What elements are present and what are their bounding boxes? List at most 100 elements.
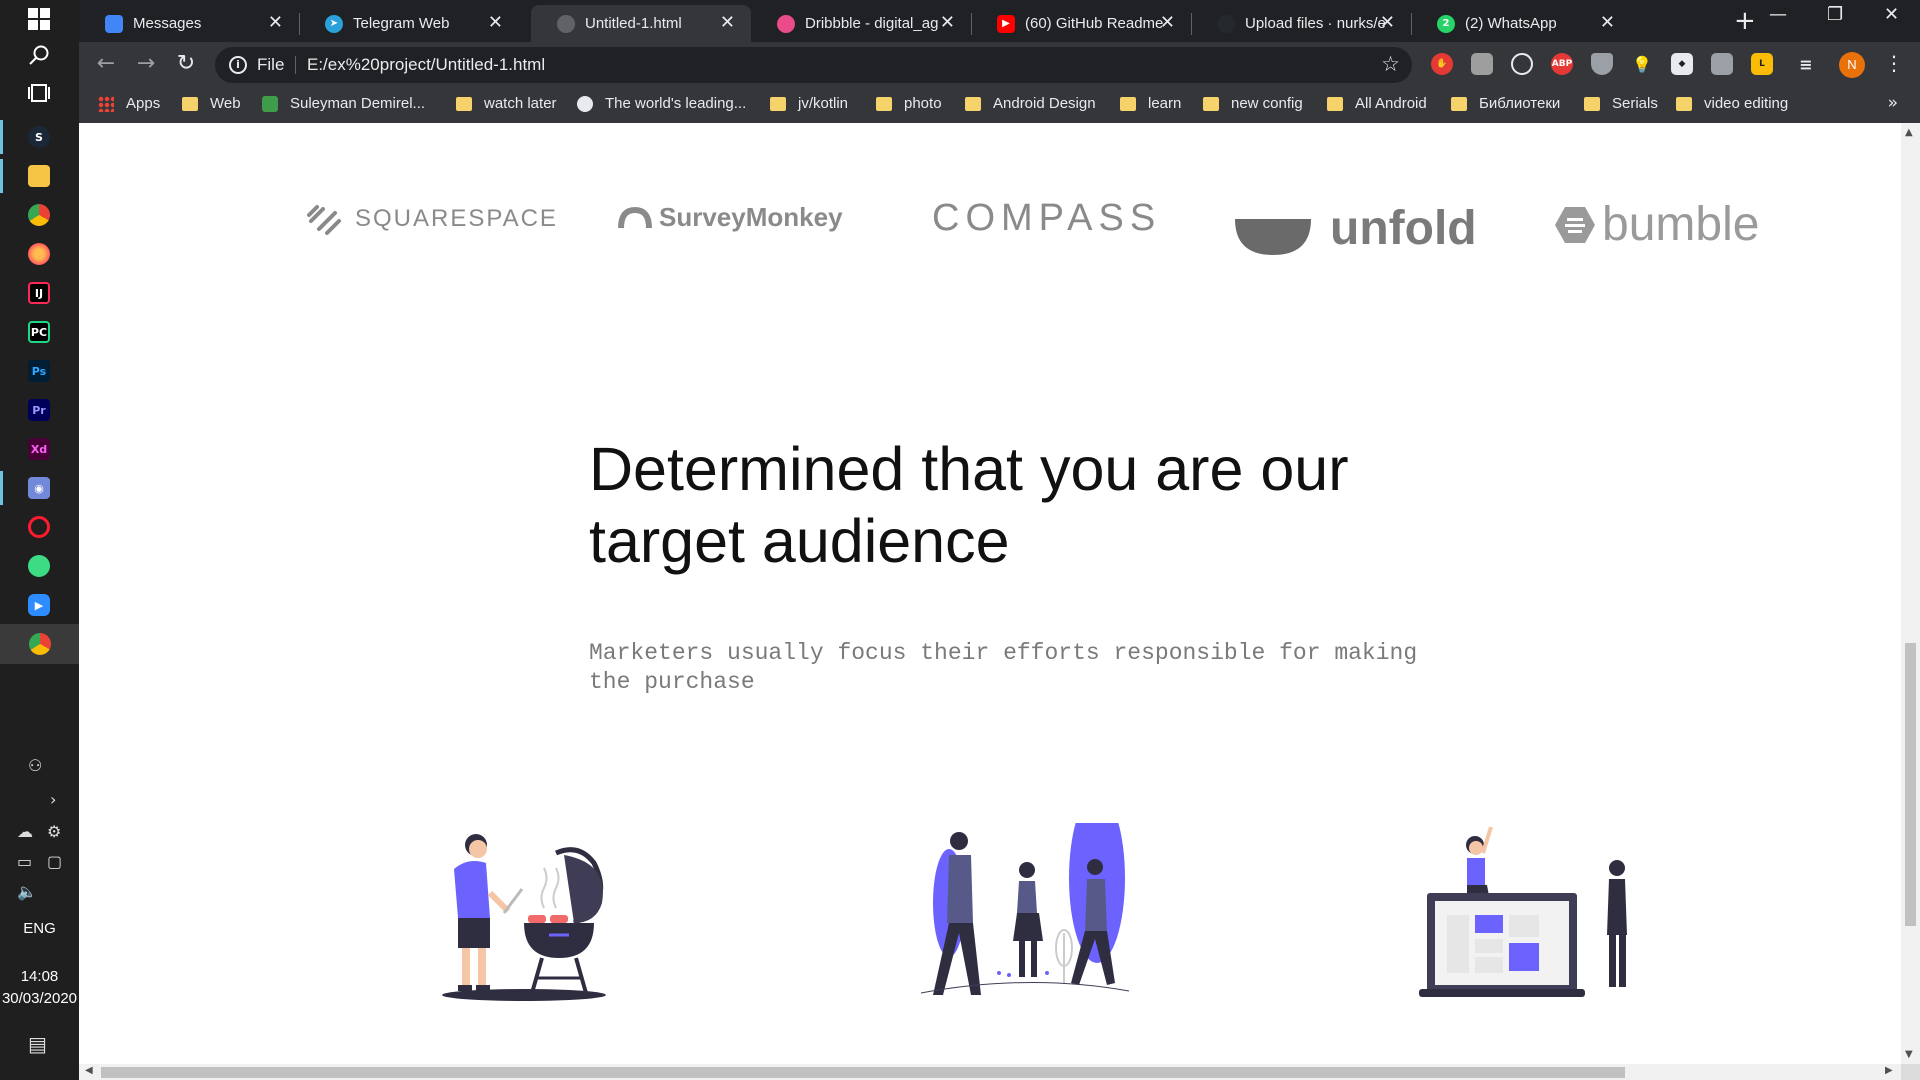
taskbar-opera[interactable] — [20, 508, 58, 546]
taskbar-pycharm[interactable]: PC — [20, 313, 58, 351]
bookmark-label: Suleyman Demirel... — [290, 95, 426, 112]
taskbar-chrome-active[interactable] — [0, 624, 79, 664]
close-icon[interactable]: ✕ — [720, 12, 735, 33]
bookmark-libraries[interactable]: Библиотеки — [1451, 95, 1560, 112]
scroll-down-arrow-icon[interactable]: ▼ — [1905, 1049, 1913, 1060]
vertical-scroll-thumb[interactable] — [1905, 643, 1916, 926]
tab-untitled-active[interactable]: Untitled-1.html ✕ — [531, 5, 751, 42]
close-icon[interactable]: ✕ — [1380, 12, 1395, 33]
pdf-icon[interactable] — [1711, 53, 1733, 75]
restore-button[interactable]: ❐ — [1827, 4, 1843, 25]
bookmark-label: Web — [210, 95, 241, 112]
bookmark-new-config[interactable]: new config — [1203, 95, 1303, 112]
scheme-label: File — [257, 55, 285, 74]
lightbulb-icon[interactable]: 💡 — [1631, 53, 1653, 75]
reload-button[interactable]: ↻ — [171, 50, 201, 80]
adblock-icon[interactable]: ABP — [1551, 53, 1573, 75]
bookmarks-overflow-icon[interactable]: » — [1888, 93, 1898, 113]
bookmark-android-design[interactable]: Android Design — [965, 95, 1096, 112]
close-icon[interactable]: ✕ — [268, 12, 283, 33]
lingualeo-icon[interactable]: L — [1751, 53, 1773, 75]
forward-button[interactable]: → — [131, 50, 161, 80]
search-icon — [29, 45, 49, 65]
cube-icon[interactable]: ◆ — [1671, 53, 1693, 75]
bookmark-video-editing[interactable]: video editing — [1676, 95, 1788, 112]
surveymonkey-mark-icon — [618, 206, 652, 228]
taskbar-chrome[interactable] — [20, 196, 58, 234]
chevron-right-icon[interactable]: › — [50, 790, 56, 809]
bookmark-apps[interactable]: Apps — [98, 95, 160, 112]
new-tab-button[interactable]: + — [1734, 6, 1756, 36]
taskbar-zoom[interactable]: ▶ — [20, 586, 58, 624]
scroll-left-arrow-icon[interactable]: ◀ — [85, 1065, 93, 1076]
taskbar-xd[interactable]: Xd — [20, 430, 58, 468]
taskbar-photoshop[interactable]: Ps — [20, 352, 58, 390]
bookmark-suleyman[interactable]: Suleyman Demirel... — [262, 95, 425, 112]
scroll-right-arrow-icon[interactable]: ▶ — [1885, 1065, 1893, 1076]
horizontal-scrollbar[interactable]: ◀ ▶ — [79, 1064, 1901, 1080]
extension-chat-icon[interactable] — [1471, 53, 1493, 75]
url-text[interactable]: E:/ex%20project/Untitled-1.html — [307, 55, 545, 75]
close-icon[interactable]: ✕ — [488, 12, 503, 33]
taskbar-firefox[interactable] — [20, 235, 58, 273]
onedrive-icon[interactable]: ☁ — [17, 822, 33, 841]
bookmark-watch-later[interactable]: watch later — [456, 95, 557, 112]
taskbar-discord[interactable]: ◉ — [0, 469, 58, 507]
info-icon[interactable]: i — [229, 56, 247, 74]
folder-icon — [456, 96, 472, 111]
network-icon[interactable]: ▢ — [47, 852, 62, 871]
close-window-button[interactable]: ✕ — [1884, 4, 1899, 25]
notifications-icon[interactable]: ▤ — [28, 1032, 47, 1056]
bookmark-web[interactable]: Web — [182, 95, 241, 112]
search-button[interactable] — [20, 36, 58, 74]
media-queue-icon[interactable]: ≡ — [1795, 53, 1817, 75]
shield-icon[interactable] — [1591, 53, 1613, 75]
taskbar-premiere[interactable]: Pr — [20, 391, 58, 429]
telegram-icon: ➤ — [325, 14, 343, 33]
task-view-button[interactable] — [20, 74, 58, 112]
taskbar-file-explorer[interactable] — [0, 157, 58, 195]
tab-dribbble[interactable]: Dribbble - digital_ag ✕ — [751, 5, 971, 42]
minimize-button[interactable]: — — [1769, 4, 1787, 25]
tab-messages[interactable]: Messages ✕ — [79, 5, 299, 42]
volume-icon[interactable]: 🔈 — [17, 882, 37, 901]
bookmark-github[interactable]: The world's leading... — [577, 95, 746, 112]
tab-telegram[interactable]: ➤ Telegram Web ✕ — [299, 5, 519, 42]
close-icon[interactable]: ✕ — [1600, 12, 1615, 33]
bookmark-learn[interactable]: learn — [1120, 95, 1181, 112]
steam-tray-icon[interactable]: ⚙ — [47, 822, 61, 841]
tab-github-readme[interactable]: ▶ (60) GitHub Readme ✕ — [971, 5, 1191, 42]
close-icon[interactable]: ✕ — [940, 12, 955, 33]
scroll-up-arrow-icon[interactable]: ▲ — [1905, 127, 1913, 138]
vertical-scrollbar[interactable]: ▲ ▼ — [1901, 123, 1920, 1064]
taskbar-android-studio[interactable] — [20, 547, 58, 585]
bookmark-photo[interactable]: photo — [876, 95, 942, 112]
profile-avatar[interactable]: N — [1839, 52, 1865, 78]
tab-upload-files[interactable]: Upload files · nurks/e ✕ — [1191, 5, 1411, 42]
people-icon[interactable]: ⚇ — [28, 756, 42, 775]
folder-icon — [1584, 96, 1600, 111]
extension-stop-icon[interactable]: ✋ — [1431, 53, 1453, 75]
back-button[interactable]: ← — [91, 50, 121, 80]
horizontal-scroll-thumb[interactable] — [101, 1067, 1625, 1078]
clock-date[interactable]: 30/03/2020 — [0, 990, 79, 1007]
folder-icon — [28, 165, 50, 187]
tab-title: (60) GitHub Readme — [1025, 15, 1164, 32]
bookmark-jv-kotlin[interactable]: jv/kotlin — [770, 95, 848, 112]
taskbar-steam[interactable]: S — [0, 118, 58, 156]
extension-speed-icon[interactable] — [1511, 53, 1533, 75]
github-icon — [577, 95, 593, 112]
bookmark-serials[interactable]: Serials — [1584, 95, 1658, 112]
tab-whatsapp[interactable]: 2 (2) WhatsApp ✕ — [1411, 5, 1631, 42]
taskbar-intellij[interactable]: IJ — [20, 274, 58, 312]
clock-time[interactable]: 14:08 — [0, 968, 79, 985]
bookmark-all-android[interactable]: All Android — [1327, 95, 1427, 112]
premiere-icon: Pr — [28, 399, 50, 421]
start-button[interactable] — [20, 0, 58, 38]
kebab-menu-icon[interactable]: ⋮ — [1884, 51, 1904, 75]
battery-icon[interactable]: ▭ — [17, 852, 32, 871]
close-icon[interactable]: ✕ — [1160, 12, 1175, 33]
language-indicator[interactable]: ENG — [0, 920, 79, 937]
bookmark-star-icon[interactable]: ☆ — [1381, 52, 1400, 76]
address-bar[interactable]: i File E:/ex%20project/Untitled-1.html ☆ — [215, 47, 1412, 83]
